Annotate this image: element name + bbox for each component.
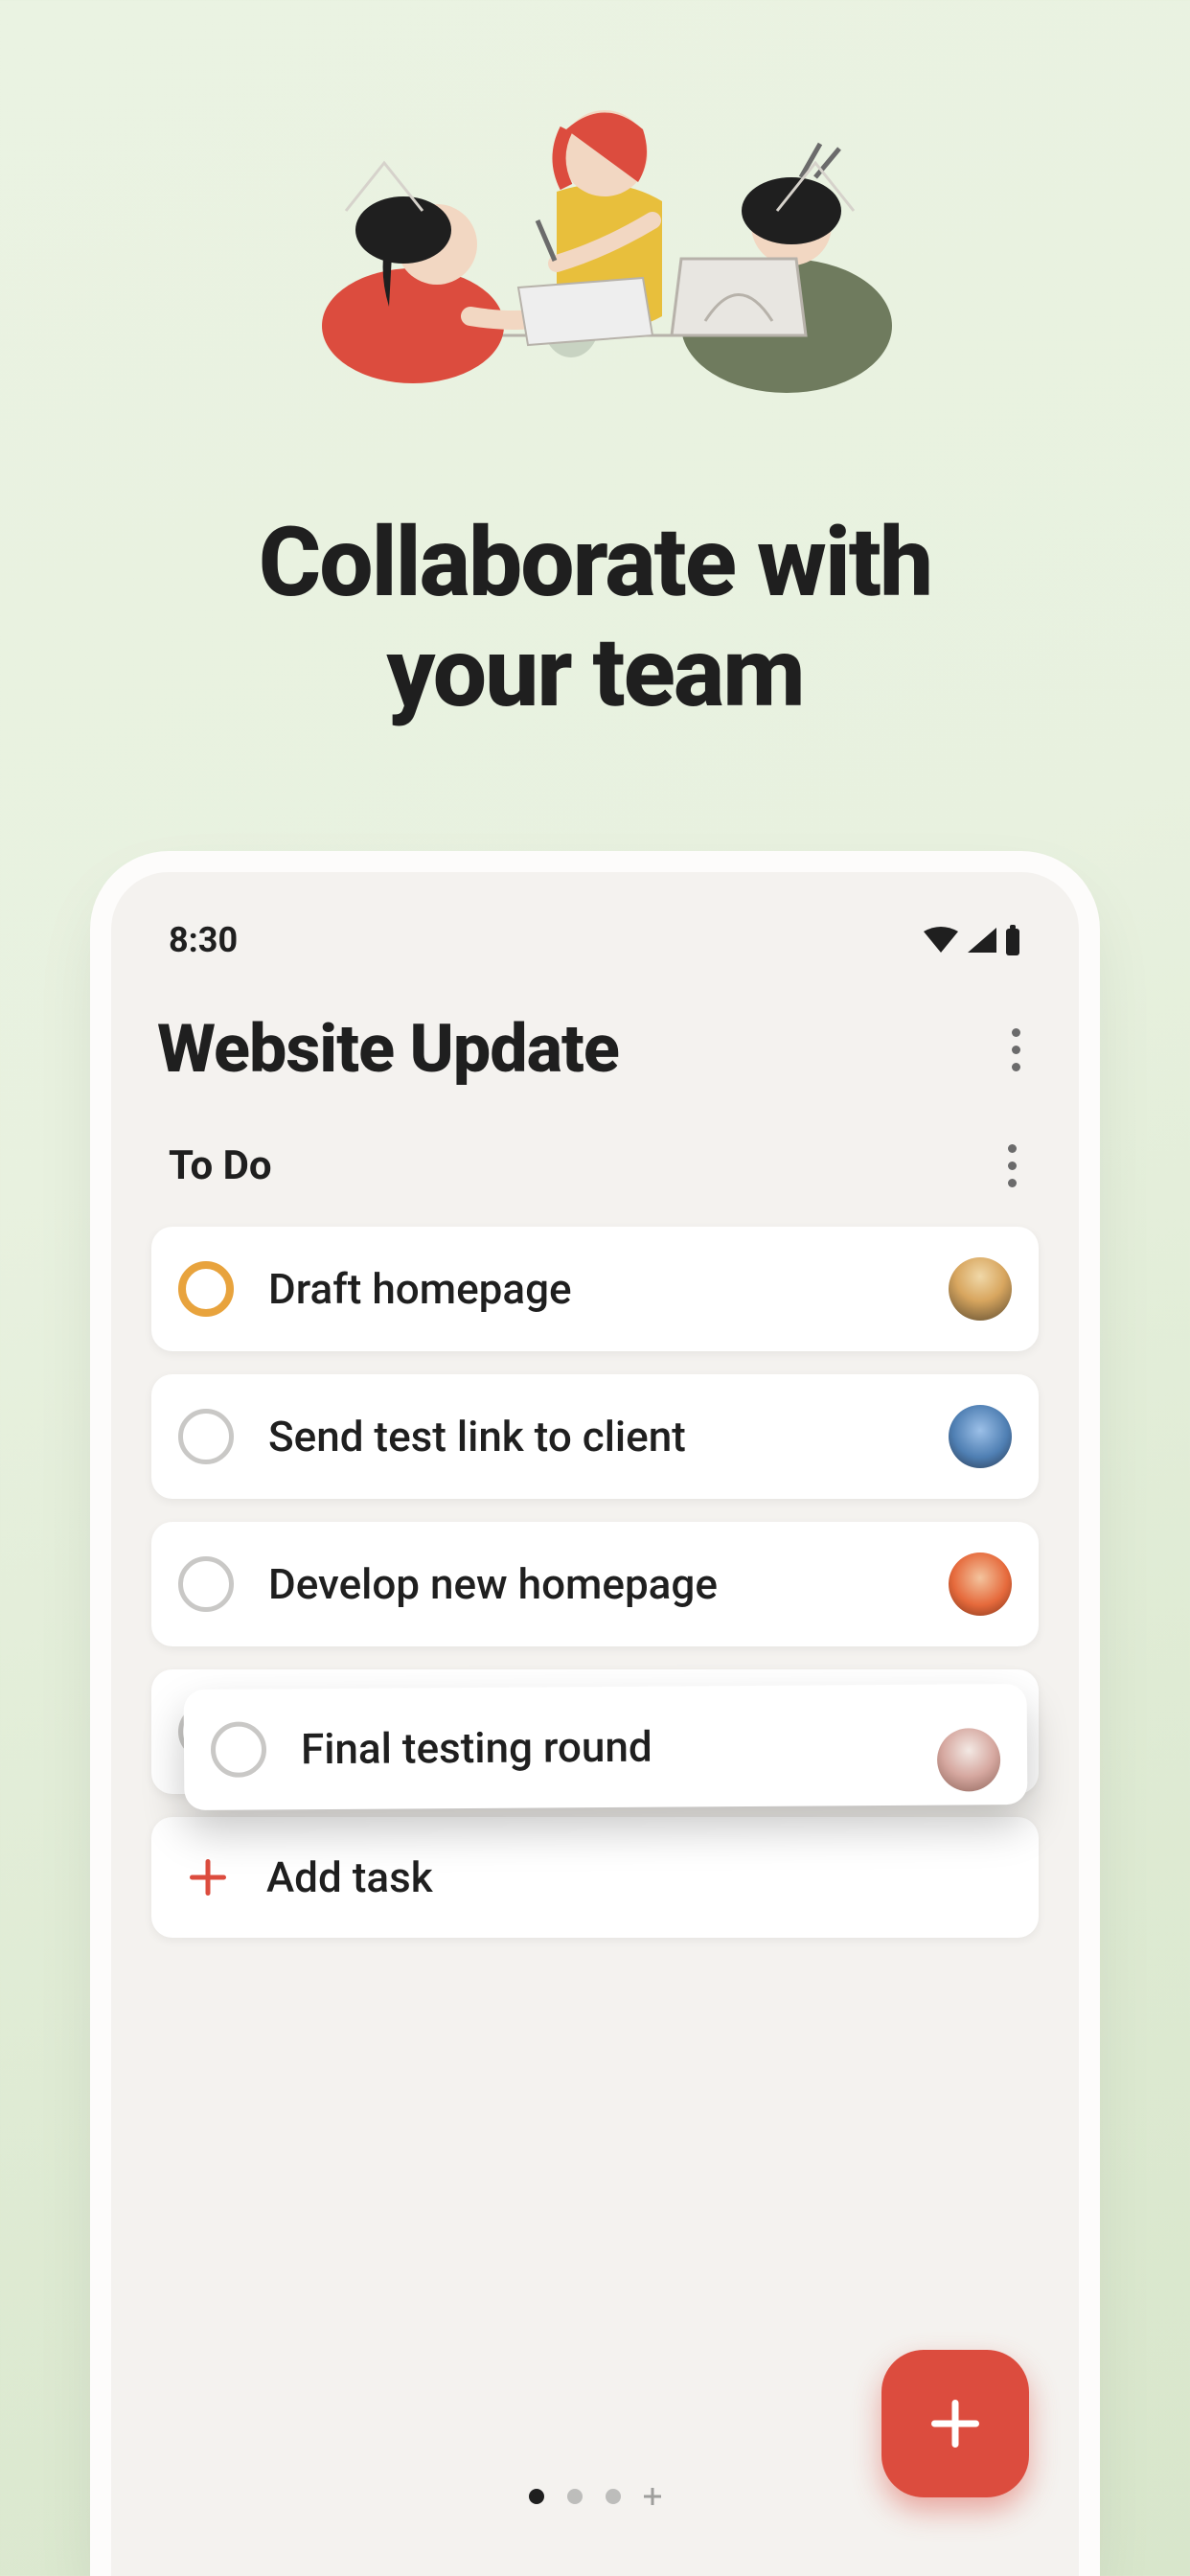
- task-title: Send test link to client: [268, 1412, 949, 1461]
- task-card[interactable]: Develop new homepage: [151, 1522, 1039, 1646]
- marketing-headline: Collaborate with your team: [0, 508, 1190, 728]
- add-section-dot[interactable]: [644, 2488, 661, 2505]
- assignee-avatar[interactable]: [949, 1257, 1012, 1321]
- task-title: Final testing round: [301, 1720, 937, 1775]
- task-list: Draft homepage Send test link to client De…: [151, 1227, 1039, 1938]
- task-checkbox[interactable]: [178, 1261, 234, 1317]
- headline-line-2: your team: [386, 617, 803, 729]
- project-header: Website Update: [151, 1010, 1039, 1089]
- battery-icon: [1004, 925, 1021, 955]
- task-title: Draft homepage: [268, 1264, 949, 1314]
- wifi-icon: [922, 926, 960, 954]
- status-bar: 8:30: [151, 916, 1039, 964]
- page-dot[interactable]: [606, 2489, 621, 2504]
- project-more-icon[interactable]: [998, 1023, 1033, 1076]
- section-title: To Do: [169, 1142, 272, 1189]
- section-header: To Do: [151, 1138, 1039, 1192]
- page-dot[interactable]: [567, 2489, 583, 2504]
- status-icons: [922, 925, 1021, 955]
- add-fab[interactable]: [881, 2350, 1029, 2497]
- plus-icon: [190, 1859, 226, 1896]
- headline-line-1: Collaborate with: [259, 507, 932, 619]
- task-checkbox[interactable]: [178, 1556, 234, 1612]
- cellular-icon: [966, 926, 998, 954]
- assignee-avatar[interactable]: [949, 1405, 1012, 1468]
- task-card[interactable]: Send test link to client: [151, 1374, 1039, 1499]
- add-task-button[interactable]: Add task: [151, 1817, 1039, 1938]
- task-checkbox[interactable]: [178, 1409, 234, 1464]
- task-card[interactable]: Draft homepage: [151, 1227, 1039, 1351]
- section-more-icon[interactable]: [995, 1138, 1029, 1192]
- add-task-label: Add task: [266, 1852, 433, 1902]
- phone-frame: 8:30 Website Update To Do Draft homepage…: [111, 872, 1079, 2576]
- page-dot[interactable]: [529, 2489, 544, 2504]
- status-time: 8:30: [169, 920, 238, 960]
- project-title: Website Update: [157, 1010, 619, 1089]
- assignee-avatar[interactable]: [937, 1728, 1000, 1791]
- task-title: Develop new homepage: [268, 1559, 949, 1609]
- task-card-dragging[interactable]: Final testing round: [184, 1684, 1028, 1810]
- assignee-avatar[interactable]: [949, 1552, 1012, 1616]
- hero-illustration: [269, 96, 921, 412]
- page-indicator: [529, 2488, 661, 2505]
- plus-icon: [931, 2400, 979, 2448]
- task-checkbox[interactable]: [211, 1721, 266, 1777]
